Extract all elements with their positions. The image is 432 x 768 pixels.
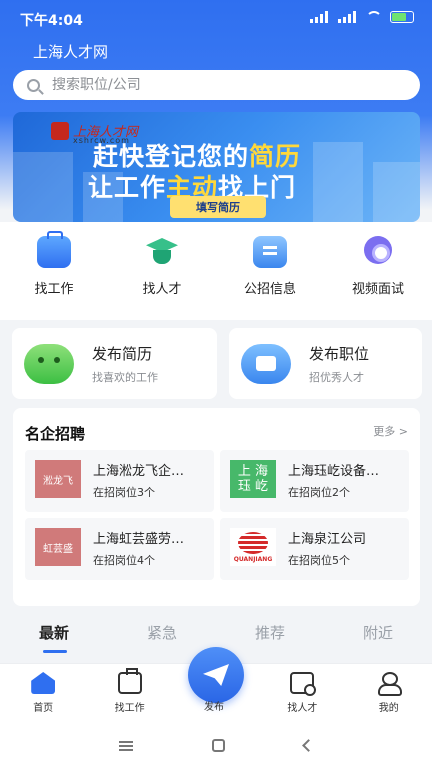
fill-resume-button[interactable]: 填写简历 (170, 196, 266, 218)
publish-button[interactable] (188, 647, 244, 703)
company-name: 上海珏屹设备… (288, 464, 380, 479)
company-card[interactable]: 虹芸盛 上海虹芸盛劳… 在招岗位4个 (25, 518, 214, 580)
publish-resume-title: 发布简历 (92, 344, 153, 363)
company-job-count: 在招岗位2个 (288, 486, 350, 499)
folder-icon (241, 343, 291, 384)
company-job-count: 在招岗位3个 (93, 486, 155, 499)
company-name: 上海泉江公司 (288, 532, 367, 547)
status-bar: 下午4:04 (0, 0, 432, 38)
nav-home[interactable]: 首页 (0, 664, 86, 723)
publish-job-title: 发布职位 (309, 344, 370, 363)
nav-find-talent[interactable]: 找人才 (259, 664, 345, 723)
publish-job-subtitle: 招优秀人才 (309, 370, 364, 384)
quick-nav-video-interview[interactable]: 视频面试 (324, 222, 432, 320)
video-icon (361, 236, 395, 268)
company-logo: 上 海 珏 屹 (230, 460, 276, 498)
company-job-count: 在招岗位5个 (288, 554, 350, 567)
publish-job-card[interactable]: 发布职位 招优秀人才 (229, 328, 422, 399)
home-button-icon[interactable] (211, 739, 225, 752)
talent-search-icon (290, 672, 317, 696)
app-title: 上海人才网 (33, 43, 109, 61)
promo-banner[interactable]: 上海人才网 xshrcw.com 赶快登记您的简历 让工作主动找上门 填写简历 (13, 112, 420, 222)
company-logo: 淞龙飞 (35, 460, 81, 498)
system-nav-bar (0, 723, 432, 768)
company-card[interactable]: 上 海 珏 屹 上海珏屹设备… 在招岗位2个 (220, 450, 409, 512)
tab-latest[interactable]: 最新 (0, 612, 108, 662)
famous-companies-section: 名企招聘 更多 > 淞龙飞 上海淞龙飞企… 在招岗位3个 上 海 珏 屹 上海珏… (13, 408, 420, 606)
quick-nav: 找工作 找人才 公招信息 视频面试 (0, 222, 432, 320)
resume-mascot-icon (24, 343, 74, 384)
company-job-count: 在招岗位4个 (93, 554, 155, 567)
company-logo: 虹芸盛 (35, 528, 81, 566)
nav-mine[interactable]: 我的 (346, 664, 432, 723)
search-bar[interactable] (13, 70, 420, 100)
signal-icon-2 (338, 11, 358, 23)
graduation-cap-icon (145, 236, 179, 268)
signal-icon (310, 11, 330, 23)
publish-label: 发布 (204, 702, 224, 713)
search-icon (27, 78, 40, 92)
quick-nav-find-talent[interactable]: 找人才 (108, 222, 216, 320)
section-title: 名企招聘 (25, 425, 86, 443)
company-card[interactable]: QUANJIANG 上海泉江公司 在招岗位5个 (220, 518, 409, 580)
search-input[interactable] (52, 77, 392, 93)
document-icon (253, 236, 287, 268)
logo-mark-icon (51, 121, 69, 140)
briefcase-icon (117, 668, 142, 694)
status-icons (310, 11, 414, 23)
company-name: 上海淞龙飞企… (93, 464, 185, 479)
quanjiang-logo-icon (238, 531, 268, 554)
recent-apps-icon[interactable] (119, 740, 134, 751)
back-icon[interactable] (301, 739, 315, 752)
company-card[interactable]: 淞龙飞 上海淞龙飞企… 在招岗位3个 (25, 450, 214, 512)
paper-plane-icon (203, 664, 229, 686)
wifi-icon (366, 11, 382, 23)
quick-nav-find-job[interactable]: 找工作 (0, 222, 108, 320)
tab-nearby[interactable]: 附近 (324, 612, 432, 662)
briefcase-icon (37, 231, 71, 268)
publish-resume-subtitle: 找喜欢的工作 (92, 370, 158, 384)
home-icon (31, 672, 56, 694)
nav-find-job[interactable]: 找工作 (86, 664, 172, 723)
company-name: 上海虹芸盛劳… (93, 532, 185, 547)
status-time: 下午4:04 (20, 13, 83, 29)
quick-nav-public-recruitment[interactable]: 公招信息 (216, 222, 324, 320)
user-icon (377, 672, 402, 696)
company-logo: QUANJIANG (230, 528, 276, 566)
publish-resume-card[interactable]: 发布简历 找喜欢的工作 (12, 328, 217, 399)
battery-icon (390, 11, 414, 23)
more-link[interactable]: 更多 > (373, 423, 408, 439)
